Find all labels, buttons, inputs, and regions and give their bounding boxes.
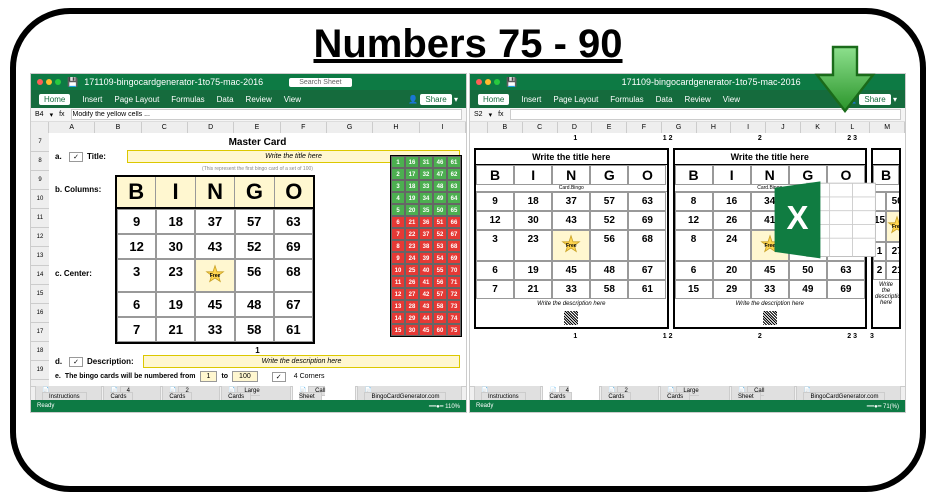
titlebar: 💾 171109-bingocardgenerator-1to75-mac-20… xyxy=(31,74,466,90)
bingo-grid: 9183757631230435269323Free56686194548677… xyxy=(115,209,315,344)
tab-home[interactable]: Home xyxy=(39,94,70,105)
column-headers: BCDEFGHIJKLM xyxy=(470,122,905,133)
tab-formulas[interactable]: Formulas xyxy=(171,95,204,104)
title-checkbox[interactable]: ✓ xyxy=(69,152,83,162)
corners-label: 4 Corners xyxy=(294,373,325,380)
excel-window-left: 💾 171109-bingocardgenerator-1to75-mac-20… xyxy=(30,73,467,413)
label-e: e. xyxy=(55,373,61,380)
from-text: The bingo cards will be numbered from xyxy=(65,373,196,380)
sheet-tabs: 📄 Instructions 📄 4 Cards 📄 2 Cards 📄 Lar… xyxy=(31,386,466,400)
tab-view[interactable]: View xyxy=(284,95,301,104)
maximize-icon[interactable] xyxy=(494,79,500,85)
bingo-header: BINGO xyxy=(115,175,315,209)
formula-bar: B4▾fx xyxy=(31,108,466,122)
from-input[interactable]: 1 xyxy=(200,371,218,382)
tab-home[interactable]: Home xyxy=(478,94,509,105)
maximize-icon[interactable] xyxy=(55,79,61,85)
tab-review[interactable]: Review xyxy=(685,95,711,104)
ribbon: Home Insert Page Layout Formulas Data Re… xyxy=(31,90,466,108)
row-headers: 78910111213141516171819 xyxy=(31,133,49,386)
tab-view[interactable]: View xyxy=(723,95,740,104)
minimize-icon[interactable] xyxy=(485,79,491,85)
master-card-title: Master Card xyxy=(55,137,460,148)
minimize-icon[interactable] xyxy=(46,79,52,85)
close-icon[interactable] xyxy=(476,79,482,85)
tab-formulas[interactable]: Formulas xyxy=(610,95,643,104)
corners-checkbox[interactable]: ✓ xyxy=(272,372,286,382)
tab-data[interactable]: Data xyxy=(217,95,234,104)
card-number: 1 xyxy=(55,346,460,355)
cell-ref[interactable]: S2 xyxy=(474,111,483,118)
desc-checkbox[interactable]: ✓ xyxy=(69,357,83,367)
qr-icon xyxy=(763,311,777,325)
tab-review[interactable]: Review xyxy=(246,95,272,104)
tab-page-layout[interactable]: Page Layout xyxy=(553,95,598,104)
sheet-tabs: 📄 Instructions 📄 4 Cards 📄 2 Cards 📄 Lar… xyxy=(470,386,905,400)
download-arrow-icon[interactable] xyxy=(805,39,885,119)
excel-icon: X xyxy=(770,174,880,264)
status-bar: Ready━━●━ 110% xyxy=(31,400,466,412)
desc-label: Description: xyxy=(87,357,143,366)
column-headers: ABCDEFGHI xyxy=(31,122,466,133)
save-icon[interactable]: 💾 xyxy=(67,77,78,88)
status-bar: Ready━━●━ 71(%) xyxy=(470,400,905,412)
label-d: d. xyxy=(55,357,69,366)
share-button[interactable]: 👤 Share ▾ xyxy=(408,95,458,104)
page-title: Numbers 75 - 90 xyxy=(16,14,920,73)
cell-ref[interactable]: B4 xyxy=(35,111,44,118)
close-icon[interactable] xyxy=(37,79,43,85)
tab-data[interactable]: Data xyxy=(656,95,673,104)
file-name: 171109-bingocardgenerator-1to75-mac-2016 xyxy=(84,77,263,87)
to-input[interactable]: 100 xyxy=(232,371,258,382)
number-grid: 1163146612173247623183348634193449645203… xyxy=(390,155,462,337)
save-icon[interactable]: 💾 xyxy=(506,77,517,88)
label-a: a. xyxy=(55,152,69,161)
columns-label: Columns: xyxy=(64,185,101,194)
bingo-card-1: Write the title here BINGO Card.Bingo 91… xyxy=(474,148,669,329)
desc-input[interactable]: Write the description here xyxy=(143,355,460,368)
file-name: 171109-bingocardgenerator-1to75-mac-2016 xyxy=(622,77,801,87)
tab-insert[interactable]: Insert xyxy=(82,95,102,104)
formula-input[interactable] xyxy=(71,109,462,120)
title-label: Title: xyxy=(87,152,127,161)
search-input[interactable]: Search Sheet xyxy=(289,78,351,87)
tab-page-layout[interactable]: Page Layout xyxy=(114,95,159,104)
qr-icon xyxy=(564,311,578,325)
tab-insert[interactable]: Insert xyxy=(521,95,541,104)
center-label: Center: xyxy=(64,269,92,278)
svg-text:X: X xyxy=(786,199,808,236)
